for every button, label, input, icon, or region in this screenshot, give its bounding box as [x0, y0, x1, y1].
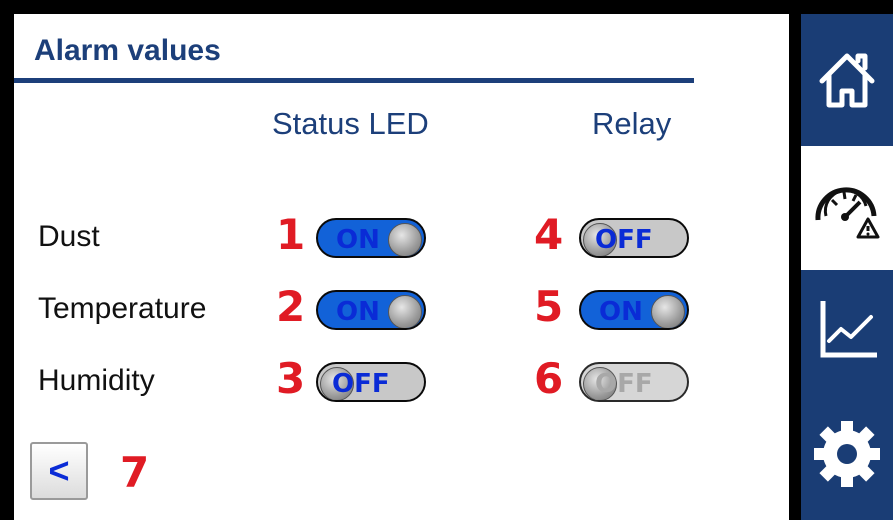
temperature-status-led-toggle[interactable]: ON [316, 290, 426, 330]
title-divider [14, 78, 694, 83]
nav-settings-button[interactable] [801, 388, 893, 520]
row-label-dust: Dust [38, 220, 100, 253]
alarm-values-panel: Alarm values Status LED Relay Dust 1 ON … [14, 14, 789, 520]
nav-home-button[interactable] [801, 14, 893, 146]
humidity-status-led-toggle[interactable]: OFF [316, 362, 426, 402]
alarm-gauge-icon [815, 187, 880, 239]
toggle-state-label: ON [336, 225, 380, 255]
nav-alarm-button[interactable] [801, 146, 893, 270]
marker-7: 7 [120, 448, 150, 497]
marker-2: 2 [276, 282, 306, 331]
marker-6: 6 [534, 354, 564, 403]
marker-3: 3 [276, 354, 306, 403]
marker-4: 4 [534, 210, 564, 259]
chart-icon [820, 301, 877, 358]
column-header-relay: Relay [592, 106, 672, 141]
temperature-relay-toggle[interactable]: ON [579, 290, 689, 330]
column-header-status-led: Status LED [272, 106, 429, 141]
settings-gear-icon [814, 421, 880, 487]
back-button[interactable]: < [30, 442, 88, 500]
dust-relay-toggle[interactable]: OFF [579, 218, 689, 258]
home-icon [819, 53, 875, 108]
marker-5: 5 [534, 282, 564, 331]
page-title: Alarm values [34, 34, 221, 67]
toggle-state-label: OFF [595, 369, 653, 399]
toggle-state-label: ON [336, 297, 380, 327]
toggle-state-label: OFF [332, 369, 390, 399]
toggle-state-label: ON [599, 297, 643, 327]
row-label-temperature: Temperature [38, 292, 207, 325]
marker-1: 1 [276, 210, 306, 259]
humidity-relay-toggle[interactable]: OFF [579, 362, 689, 402]
dust-status-led-toggle[interactable]: ON [316, 218, 426, 258]
nav-chart-button[interactable] [801, 270, 893, 388]
toggle-knob [651, 295, 685, 328]
row-label-humidity: Humidity [38, 364, 155, 397]
toggle-state-label: OFF [595, 225, 653, 255]
toggle-knob [388, 295, 422, 328]
nav-sidebar [789, 0, 893, 520]
toggle-knob [388, 223, 422, 256]
